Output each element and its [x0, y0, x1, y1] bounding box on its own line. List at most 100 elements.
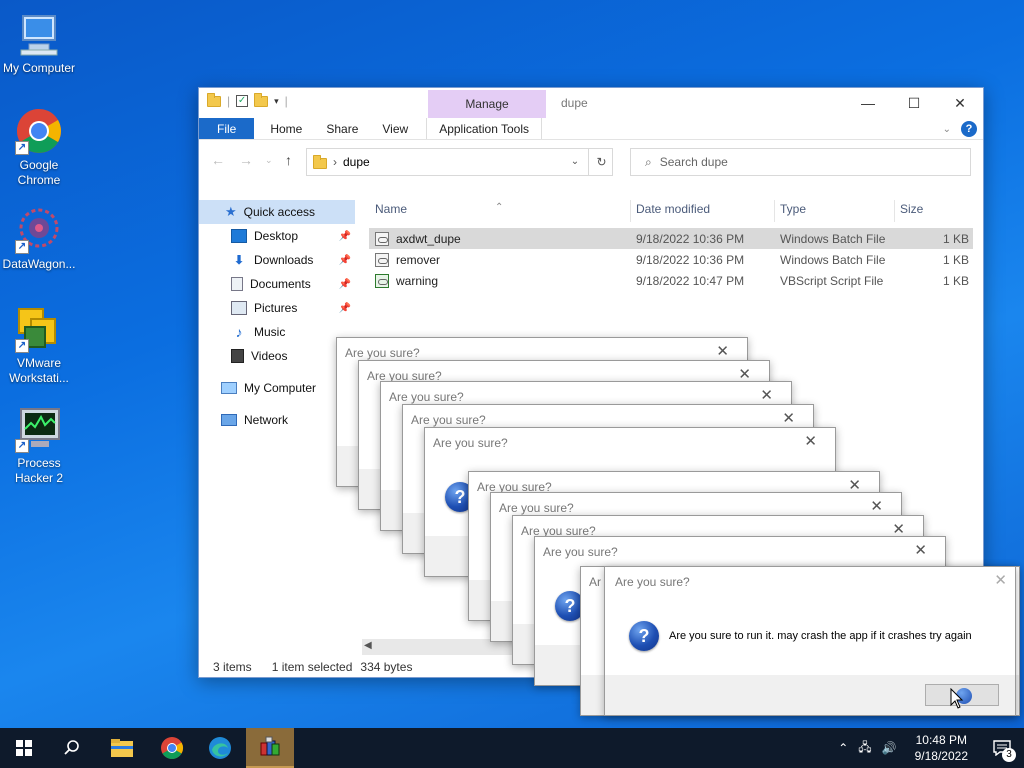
shortcut-arrow-icon: ↗	[15, 141, 29, 155]
dialog-close-icon[interactable]: ✕	[782, 409, 795, 427]
desktop-icon-process-hacker[interactable]: ↗ Process Hacker 2	[0, 405, 78, 486]
desktop-icon-label: Google Chrome	[17, 158, 61, 187]
desktop-icon-vmware[interactable]: ↗ VMware Workstati...	[0, 305, 78, 386]
taskbar-active-app[interactable]	[246, 728, 294, 768]
nav-desktop[interactable]: Desktop 📌	[199, 224, 359, 248]
minimize-button[interactable]: —	[845, 92, 891, 114]
dialog-close-icon[interactable]: ✕	[760, 386, 773, 404]
title-bar[interactable]: | ✓ ▾ | Manage dupe — ☐ ✕	[199, 88, 983, 118]
computer-icon	[221, 382, 237, 394]
mouse-cursor-icon	[950, 688, 964, 709]
nav-documents[interactable]: Documents 📌	[199, 272, 359, 296]
forward-arrow-icon[interactable]: →	[239, 152, 253, 168]
tab-application-tools[interactable]: Application Tools	[426, 118, 543, 139]
column-name[interactable]: Name	[375, 202, 407, 216]
nav-pictures[interactable]: Pictures 📌	[199, 296, 359, 320]
chrome-icon: ↗	[15, 107, 63, 155]
breadcrumb-current[interactable]: dupe	[343, 155, 370, 169]
address-dropdown-icon[interactable]: ⌄	[563, 148, 587, 176]
nav-quick-access[interactable]: ★ Quick access	[199, 200, 355, 224]
process-hacker-icon: ↗	[15, 405, 63, 453]
tab-home[interactable]: Home	[258, 118, 314, 139]
videos-icon	[231, 349, 244, 363]
column-headers: ⌃ Name Date modified Type Size	[369, 200, 973, 224]
nav-music[interactable]: ♪ Music	[199, 320, 359, 344]
system-tray: ⌃ 🖧 🔊 10:48 PM 9/18/2022 3	[832, 728, 1024, 768]
up-arrow-icon[interactable]: ↑	[285, 152, 292, 168]
pin-icon[interactable]: 📌	[339, 255, 351, 266]
properties-check-icon[interactable]: ✓	[236, 95, 249, 107]
file-row[interactable]: axdwt_dupe 9/18/2022 10:36 PM Windows Ba…	[369, 228, 973, 249]
desktop-icon-datawagon[interactable]: ↗ DataWagon...	[0, 206, 78, 272]
desktop-icon-my-computer[interactable]: My Computer	[0, 10, 78, 76]
download-arrow-icon: ⬇	[233, 253, 245, 267]
quick-access-toolbar: | ✓ ▾ |	[207, 92, 288, 108]
column-date-modified[interactable]: Date modified	[636, 202, 710, 216]
question-icon: ?	[629, 621, 659, 651]
manage-context-tab[interactable]: Manage	[428, 90, 546, 118]
search-icon: ⌕	[645, 154, 652, 169]
nav-downloads[interactable]: ⬇ Downloads 📌	[199, 248, 359, 272]
desktop-icon	[231, 229, 247, 243]
folder-icon	[207, 92, 221, 107]
nav-network[interactable]: Network	[199, 408, 359, 432]
dialog-close-icon[interactable]: ✕	[804, 432, 817, 450]
pin-icon[interactable]: 📌	[339, 231, 351, 242]
new-folder-icon[interactable]	[254, 92, 269, 107]
windows-logo-icon	[16, 740, 32, 756]
dialog-message: Are you sure to run it. may crash the ap…	[669, 630, 972, 642]
back-arrow-icon[interactable]: ←	[211, 152, 225, 168]
network-status-icon[interactable]: 🖧	[854, 738, 875, 759]
tab-view[interactable]: View	[370, 118, 420, 139]
nav-videos[interactable]: Videos	[199, 344, 359, 368]
star-icon: ★	[225, 204, 237, 219]
status-bar: 3 items 1 item selected 334 bytes	[213, 660, 413, 674]
help-icon[interactable]: ?	[961, 121, 977, 137]
refresh-icon[interactable]: ↻	[588, 148, 614, 176]
dialog-close-icon[interactable]: ✕	[914, 541, 927, 559]
taskbar-edge[interactable]	[196, 728, 244, 768]
dialog-close-icon[interactable]: ✕	[994, 571, 1007, 589]
shortcut-arrow-icon: ↗	[15, 240, 29, 254]
desktop-icon-label: DataWagon...	[2, 257, 76, 271]
vbscript-file-icon	[375, 274, 389, 288]
taskbar-file-explorer[interactable]	[98, 728, 146, 768]
close-button[interactable]: ✕	[937, 92, 983, 114]
file-list: ⌃ Name Date modified Type Size axdwt_dup…	[369, 200, 973, 291]
dialog-close-icon[interactable]: ✕	[870, 497, 883, 515]
start-button[interactable]	[0, 728, 48, 768]
expand-ribbon-icon[interactable]: ⌄	[943, 124, 951, 135]
maximize-button[interactable]: ☐	[891, 92, 937, 114]
search-button[interactable]	[48, 728, 96, 768]
navigation-pane: ★ Quick access Desktop 📌 ⬇ Downloads 📌 D…	[199, 200, 359, 432]
tab-file[interactable]: File	[199, 118, 255, 139]
recent-dropdown-icon[interactable]: ⌄	[265, 155, 273, 166]
show-hidden-icons-icon[interactable]: ⌃	[832, 741, 854, 755]
file-row[interactable]: warning 9/18/2022 10:47 PM VBScript Scri…	[369, 270, 973, 291]
file-explorer-icon	[111, 739, 133, 757]
tab-share[interactable]: Share	[314, 118, 370, 139]
volume-icon[interactable]: 🔊	[876, 741, 903, 755]
action-center-button[interactable]: 3	[980, 728, 1024, 768]
desktop-icon-google-chrome[interactable]: ↗ Google Chrome	[0, 107, 78, 188]
clock[interactable]: 10:48 PM 9/18/2022	[903, 732, 980, 764]
scroll-left-icon[interactable]: ◀	[364, 640, 372, 651]
taskbar-chrome[interactable]	[148, 728, 196, 768]
documents-icon	[231, 277, 243, 291]
window-title: dupe	[561, 96, 588, 110]
dialog-close-icon[interactable]: ✕	[716, 342, 729, 360]
network-icon	[221, 414, 237, 426]
pin-icon[interactable]: 📌	[339, 303, 351, 314]
ribbon-tabs: File Home Share View Application Tools ⌄…	[199, 118, 983, 140]
breadcrumb-separator-icon: ›	[333, 155, 337, 169]
batch-file-icon	[375, 253, 389, 267]
column-type[interactable]: Type	[780, 202, 806, 216]
shortcut-arrow-icon: ↗	[15, 339, 29, 353]
file-row[interactable]: remover 9/18/2022 10:36 PM Windows Batch…	[369, 249, 973, 270]
column-size[interactable]: Size	[900, 202, 923, 216]
music-note-icon: ♪	[235, 324, 243, 340]
qat-dropdown-icon[interactable]: ▾	[274, 96, 279, 107]
search-input[interactable]: ⌕ Search dupe	[630, 148, 971, 176]
pin-icon[interactable]: 📌	[339, 279, 351, 290]
nav-my-computer[interactable]: My Computer	[199, 376, 359, 400]
